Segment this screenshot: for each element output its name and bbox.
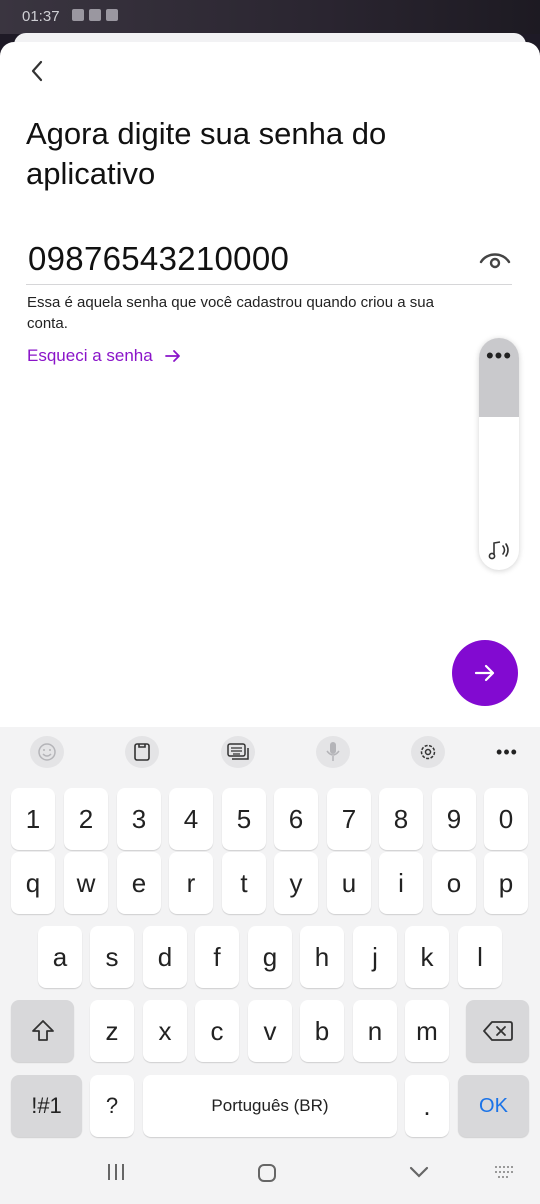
shift-icon	[31, 1020, 54, 1041]
microphone-icon	[326, 742, 340, 761]
key-n[interactable]: n	[353, 1000, 397, 1062]
key-z[interactable]: z	[90, 1000, 134, 1062]
voice-input-button[interactable]	[316, 736, 350, 768]
period-key[interactable]: .	[405, 1075, 449, 1137]
backspace-icon	[482, 1021, 513, 1041]
smiley-icon	[38, 743, 56, 761]
keyboard-icon	[227, 743, 249, 760]
key-c[interactable]: c	[195, 1000, 239, 1062]
emoji-button[interactable]	[30, 736, 64, 768]
key-a[interactable]: a	[38, 926, 82, 988]
key-q[interactable]: q	[11, 852, 55, 914]
shift-key[interactable]	[11, 1000, 74, 1062]
status-notification-icons	[72, 9, 118, 21]
key-7[interactable]: 7	[327, 788, 371, 850]
key-6[interactable]: 6	[274, 788, 318, 850]
key-8[interactable]: 8	[379, 788, 423, 850]
toggle-visibility-button[interactable]	[478, 244, 512, 274]
key-j[interactable]: j	[353, 926, 397, 988]
key-b[interactable]: b	[300, 1000, 344, 1062]
key-e[interactable]: e	[117, 852, 161, 914]
key-i[interactable]: i	[379, 852, 423, 914]
key-w[interactable]: w	[64, 852, 108, 914]
chevron-down-icon	[409, 1166, 429, 1178]
key-f[interactable]: f	[195, 926, 239, 988]
recents-icon	[108, 1164, 124, 1180]
app-status-icon	[106, 9, 118, 21]
back-nav-button[interactable]	[408, 1163, 430, 1181]
helper-text: Essa é aquela senha que você cadastrou q…	[27, 294, 434, 332]
ok-key[interactable]: OK	[458, 1075, 529, 1137]
toolbar-more-button[interactable]: •••	[490, 736, 524, 768]
page-title: Agora digite sua senha do aplicativo	[26, 116, 387, 191]
key-u[interactable]: u	[327, 852, 371, 914]
key-2[interactable]: 2	[64, 788, 108, 850]
key-h[interactable]: h	[300, 926, 344, 988]
key-9[interactable]: 9	[432, 788, 476, 850]
volume-more-icon[interactable]: •••	[479, 345, 519, 367]
status-bar: 01:37	[0, 0, 540, 34]
key-1[interactable]: 1	[11, 788, 55, 850]
forgot-password-label: Esqueci a senha	[27, 346, 153, 365]
key-d[interactable]: d	[143, 926, 187, 988]
volume-panel[interactable]: •••	[479, 338, 519, 570]
keyboard-switch-button[interactable]	[492, 1163, 516, 1181]
keyboard-toolbar: •••	[0, 727, 540, 775]
arrow-right-icon	[164, 350, 180, 362]
settings-status-icon	[72, 9, 84, 21]
keyboard-mode-button[interactable]	[221, 736, 255, 768]
keyboard: ••• 1 2 3 4 5 6 7 8 9 0 q w e r t y u i …	[0, 727, 540, 1204]
key-k[interactable]: k	[405, 926, 449, 988]
backspace-key[interactable]	[466, 1000, 529, 1062]
key-0[interactable]: 0	[484, 788, 528, 850]
message-status-icon	[89, 9, 101, 21]
key-g[interactable]: g	[248, 926, 292, 988]
password-value: 09876543210000	[28, 240, 290, 277]
question-key[interactable]: ?	[90, 1075, 134, 1137]
keyboard-grid-icon	[495, 1166, 513, 1178]
navigation-bar	[0, 1143, 540, 1204]
next-button[interactable]	[452, 640, 518, 706]
clipboard-button[interactable]	[125, 736, 159, 768]
key-o[interactable]: o	[432, 852, 476, 914]
status-time: 01:37	[22, 8, 60, 25]
forgot-password-link[interactable]: Esqueci a senha	[27, 346, 181, 366]
keyboard-settings-button[interactable]	[411, 736, 445, 768]
home-icon	[258, 1164, 276, 1182]
key-3[interactable]: 3	[117, 788, 161, 850]
arrow-right-icon	[474, 664, 495, 682]
clipboard-icon	[134, 743, 150, 761]
key-4[interactable]: 4	[169, 788, 213, 850]
key-x[interactable]: x	[143, 1000, 187, 1062]
eye-icon	[479, 253, 511, 269]
sound-icon[interactable]	[486, 538, 512, 562]
key-t[interactable]: t	[222, 852, 266, 914]
password-field[interactable]: 09876543210000	[26, 236, 512, 285]
home-button[interactable]	[256, 1163, 278, 1183]
key-p[interactable]: p	[484, 852, 528, 914]
symbols-key[interactable]: !#1	[11, 1075, 82, 1137]
space-key[interactable]: Português (BR)	[143, 1075, 397, 1137]
key-5[interactable]: 5	[222, 788, 266, 850]
key-v[interactable]: v	[248, 1000, 292, 1062]
key-l[interactable]: l	[458, 926, 502, 988]
key-y[interactable]: y	[274, 852, 318, 914]
key-s[interactable]: s	[90, 926, 134, 988]
key-m[interactable]: m	[405, 1000, 449, 1062]
back-button[interactable]	[22, 56, 52, 86]
recent-apps-button[interactable]	[104, 1163, 128, 1181]
chevron-left-icon	[31, 60, 43, 82]
key-r[interactable]: r	[169, 852, 213, 914]
gear-icon	[420, 744, 436, 760]
